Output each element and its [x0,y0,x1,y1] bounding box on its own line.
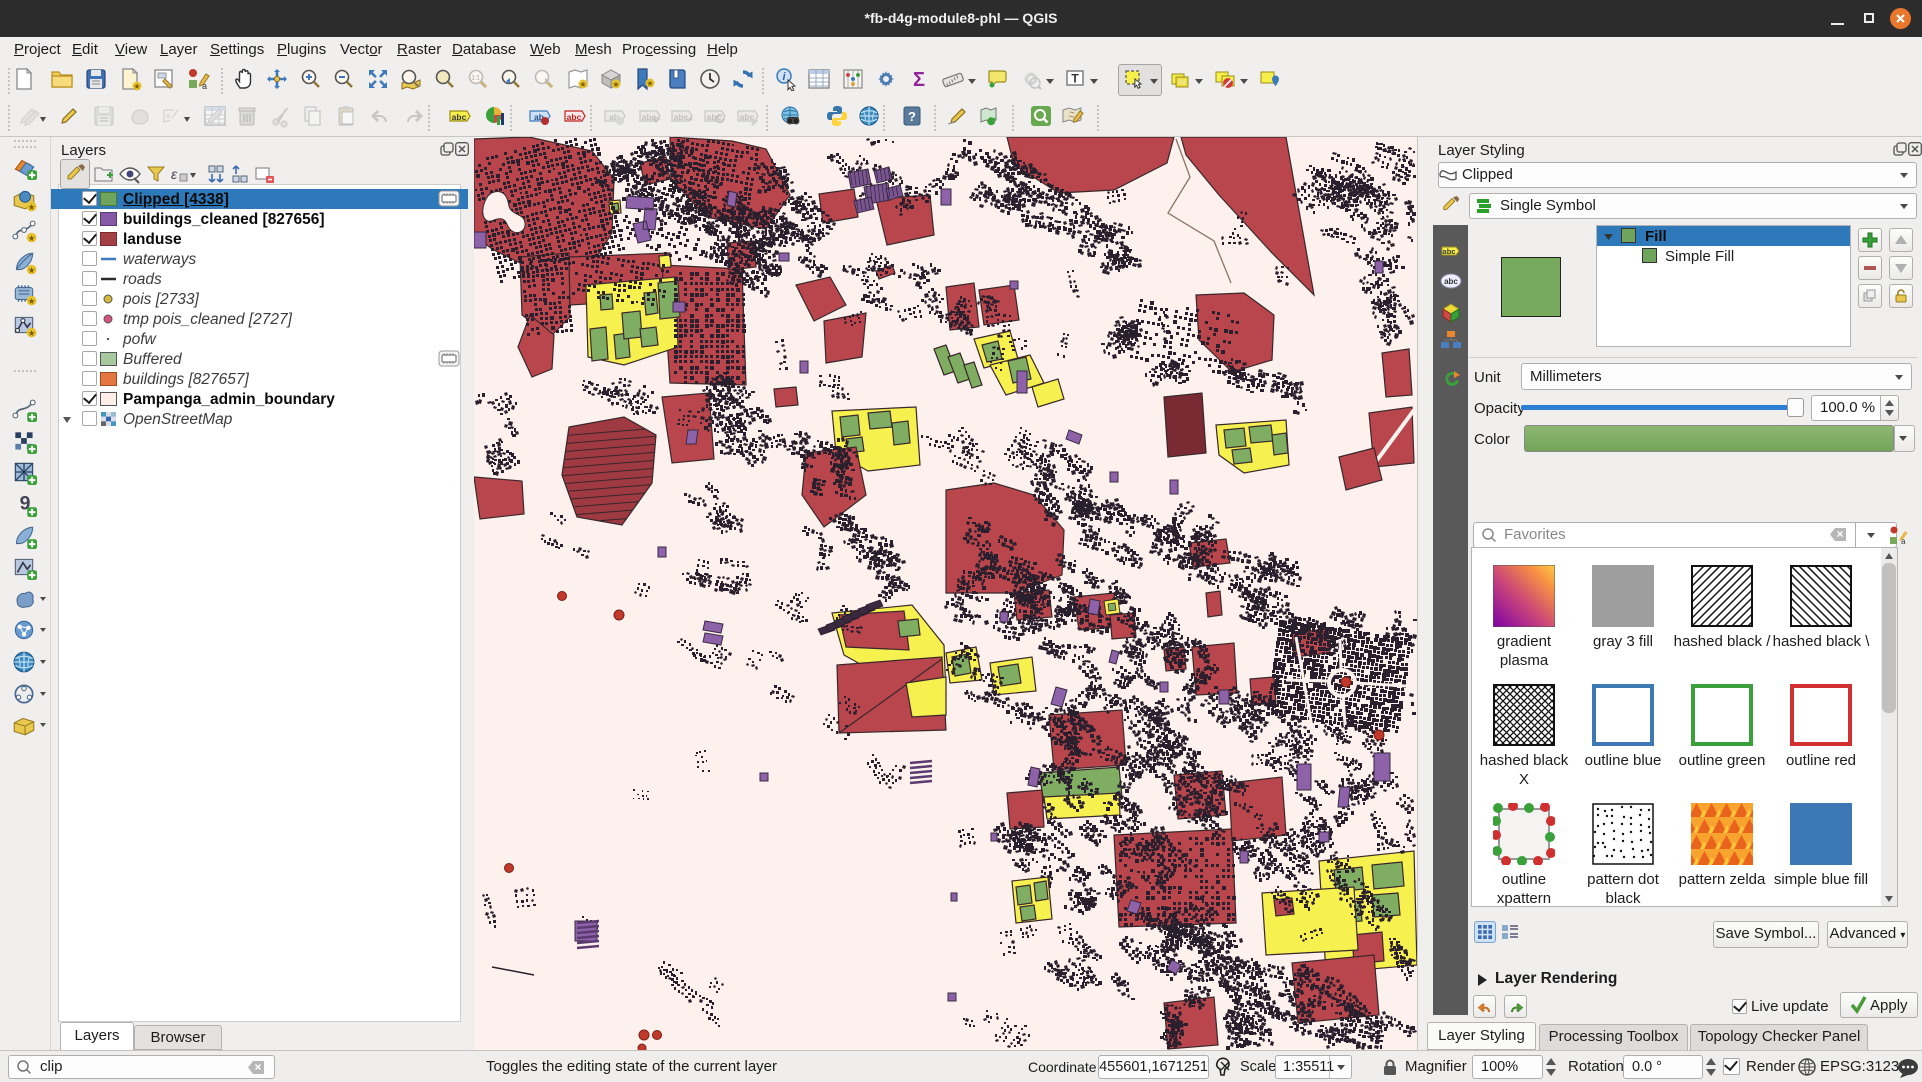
svg-text:Σ: Σ [913,69,925,91]
svg-text:★: ★ [612,80,619,89]
svg-text:a: a [202,81,207,91]
svg-text:abc: abc [740,112,755,122]
svg-text:★: ★ [28,265,36,275]
svg-text:★: ★ [28,296,36,306]
svg-text:abc: abc [707,112,722,122]
svg-text:ε: ε [171,166,178,182]
svg-text:★: ★ [133,82,140,91]
svg-text:★: ★ [579,80,586,89]
svg-text:★: ★ [28,328,36,338]
svg-text:abc: abc [674,112,689,122]
svg-text:★: ★ [28,233,36,243]
svg-text:abc: abc [642,112,657,122]
svg-text:★: ★ [28,202,36,212]
svg-text:abc: abc [1443,247,1456,256]
svg-text:?: ? [908,109,916,124]
svg-text:T: T [1071,72,1079,86]
svg-text:★: ★ [646,79,653,88]
svg-text:abc: abc [452,112,467,122]
svg-text:abc: abc [1444,277,1458,286]
svg-text:abc: abc [567,112,582,122]
svg-text:a: a [1901,537,1906,545]
svg-text:1:1: 1:1 [471,76,480,82]
